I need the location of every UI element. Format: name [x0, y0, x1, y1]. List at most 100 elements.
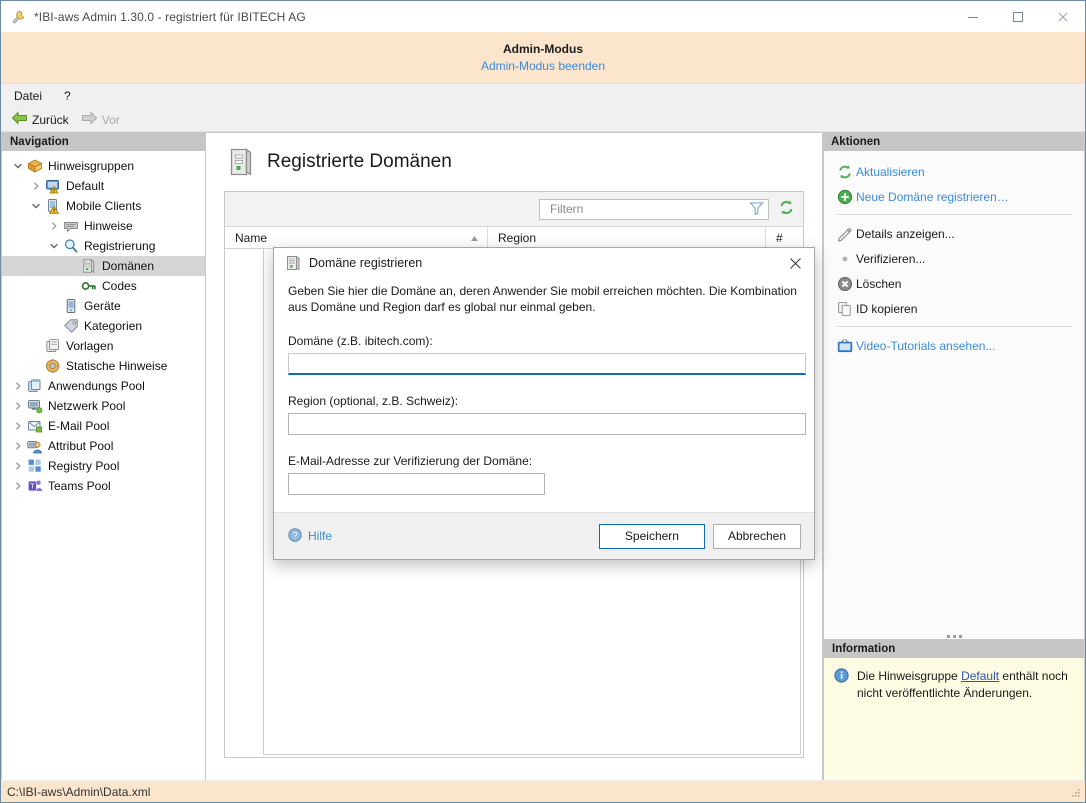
minimize-icon[interactable] — [950, 1, 995, 32]
domain-icon — [228, 147, 254, 177]
column-header-name[interactable]: Name — [225, 227, 487, 249]
sidebar-item-e-mail-pool[interactable]: E-Mail Pool — [2, 416, 205, 436]
sidebar-item-kategorien[interactable]: Kategorien — [2, 316, 205, 336]
email-field-label: E-Mail-Adresse zur Verifizierung der Dom… — [288, 454, 796, 468]
chevron-right-icon[interactable] — [10, 458, 26, 474]
arrow-right-icon — [81, 111, 98, 128]
register-domain-dialog: Domäne registrieren Geben Sie hier die D… — [273, 247, 815, 560]
sidebar-item-geräte[interactable]: Geräte — [2, 296, 205, 316]
info-link-default[interactable]: Default — [961, 669, 999, 683]
action-label: ID kopieren — [856, 302, 917, 316]
filter-input[interactable] — [548, 201, 749, 217]
right-panel: Aktionen AktualisierenNeue Domäne regist… — [823, 132, 1085, 780]
region-field-label: Region (optional, z.B. Schweiz): — [288, 394, 796, 408]
back-button[interactable]: Zurück — [7, 110, 73, 129]
sidebar-item-registry-pool[interactable]: Registry Pool — [2, 456, 205, 476]
sidebar-item-attribut-pool[interactable]: Attribut Pool — [2, 436, 205, 456]
sidebar-item-mobile-clients[interactable]: Mobile Clients — [2, 196, 205, 216]
sidebar-item-anwendungs-pool[interactable]: Anwendungs Pool — [2, 376, 205, 396]
forward-label: Vor — [102, 113, 120, 127]
network-icon — [26, 398, 44, 414]
sidebar-item-registrierung[interactable]: Registrierung — [2, 236, 205, 256]
forward-button[interactable]: Vor — [77, 110, 124, 129]
close-icon[interactable] — [1040, 1, 1085, 32]
navigation-header: Navigation — [2, 133, 205, 151]
tv-icon — [834, 338, 856, 354]
panel-splitter[interactable] — [823, 627, 1085, 639]
sidebar-item-codes[interactable]: Codes — [2, 276, 205, 296]
sidebar-item-label: Domänen — [102, 259, 154, 273]
tree-spacer — [28, 358, 44, 374]
resize-grip-icon[interactable] — [1069, 787, 1081, 799]
info-text-before: Die Hinweisgruppe — [857, 669, 961, 683]
sidebar-item-teams-pool[interactable]: TTeams Pool — [2, 476, 205, 496]
refresh-icon[interactable] — [778, 199, 795, 219]
sidebar-item-hinweise[interactable]: Hinweise — [2, 216, 205, 236]
sidebar-item-label: Registry Pool — [48, 459, 119, 473]
domain-field-label: Domäne (z.B. ibitech.com): — [288, 334, 796, 348]
domain-input[interactable] — [288, 353, 806, 375]
chevron-down-icon[interactable] — [10, 158, 26, 174]
chevron-right-icon[interactable] — [10, 378, 26, 394]
action-label: Video-Tutorials ansehen... — [856, 339, 995, 353]
tree-spacer — [46, 318, 62, 334]
help-label: Hilfe — [308, 529, 332, 543]
sidebar-item-vorlagen[interactable]: Vorlagen — [2, 336, 205, 356]
domain-icon — [80, 258, 98, 274]
chevron-right-icon[interactable] — [46, 218, 62, 234]
email-input[interactable] — [288, 473, 545, 495]
chevron-right-icon[interactable] — [28, 178, 44, 194]
help-link[interactable]: ? Hilfe — [288, 528, 332, 545]
chevron-right-icon[interactable] — [10, 418, 26, 434]
exit-admin-mode-link[interactable]: Admin-Modus beenden — [481, 59, 605, 73]
navigation-toolbar: Zurück Vor — [1, 108, 1085, 132]
registry-icon — [26, 458, 44, 474]
action-aktualisieren[interactable]: Aktualisieren — [824, 159, 1084, 184]
save-button[interactable]: Speichern — [599, 524, 705, 549]
chevron-down-icon[interactable] — [46, 238, 62, 254]
chevron-right-icon[interactable] — [10, 478, 26, 494]
column-header-count-label: # — [776, 231, 783, 245]
chevron-right-icon[interactable] — [10, 438, 26, 454]
sidebar-item-netzwerk-pool[interactable]: Netzwerk Pool — [2, 396, 205, 416]
sort-ascending-icon — [470, 231, 479, 245]
svg-text:T: T — [30, 482, 35, 491]
filter-icon[interactable] — [749, 201, 764, 218]
refresh-icon — [834, 164, 856, 180]
sidebar-item-statische-hinweise[interactable]: Statische Hinweise — [2, 356, 205, 376]
sidebar-item-label: Hinweisgruppen — [48, 159, 134, 173]
menu-item-datei[interactable]: Datei — [14, 89, 42, 103]
mobile-warning-icon — [44, 198, 62, 214]
dialog-body: Geben Sie hier die Domäne an, deren Anwe… — [274, 278, 814, 512]
column-header-count[interactable]: # — [765, 227, 803, 249]
sidebar-item-domänen[interactable]: Domänen — [2, 256, 205, 276]
action-löschen[interactable]: Löschen — [824, 271, 1084, 296]
column-header-region[interactable]: Region — [487, 227, 765, 249]
action-details-anzeigen[interactable]: Details anzeigen... — [824, 221, 1084, 246]
action-video-tutorials-ansehen[interactable]: Video-Tutorials ansehen... — [824, 333, 1084, 358]
mail-icon — [26, 418, 44, 434]
region-input[interactable] — [288, 413, 806, 435]
filter-box[interactable] — [539, 199, 769, 220]
close-icon[interactable] — [776, 248, 814, 278]
maximize-icon[interactable] — [995, 1, 1040, 32]
action-label: Neue Domäne registrieren… — [856, 190, 1009, 204]
sidebar-item-default[interactable]: Default — [2, 176, 205, 196]
dialog-title-bar: Domäne registrieren — [274, 248, 814, 278]
chevron-right-icon[interactable] — [10, 398, 26, 414]
window-controls — [950, 1, 1085, 32]
action-verifizieren[interactable]: Verifizieren... — [824, 246, 1084, 271]
sidebar-item-hinweisgruppen[interactable]: Hinweisgruppen — [2, 156, 205, 176]
navigation-tree[interactable]: Hinweisgruppen DefaultMobile ClientsHinwe… — [2, 151, 205, 780]
action-neue-domäne-registrieren[interactable]: Neue Domäne registrieren… — [824, 184, 1084, 209]
actions-list[interactable]: Aktualisieren Neue Domäne registrieren… De… — [824, 151, 1084, 358]
admin-mode-banner: Admin-Modus Admin-Modus beenden — [1, 32, 1085, 84]
action-id-kopieren[interactable]: ID kopieren — [824, 296, 1084, 321]
grid-toolbar — [225, 192, 803, 227]
cancel-button[interactable]: Abbrechen — [713, 524, 801, 549]
menu-item-help[interactable]: ? — [64, 89, 71, 103]
dialog-footer: ? Hilfe Speichern Abbrechen — [274, 512, 814, 559]
wrench-icon — [10, 9, 26, 25]
chevron-down-icon[interactable] — [28, 198, 44, 214]
actions-separator — [836, 214, 1072, 215]
